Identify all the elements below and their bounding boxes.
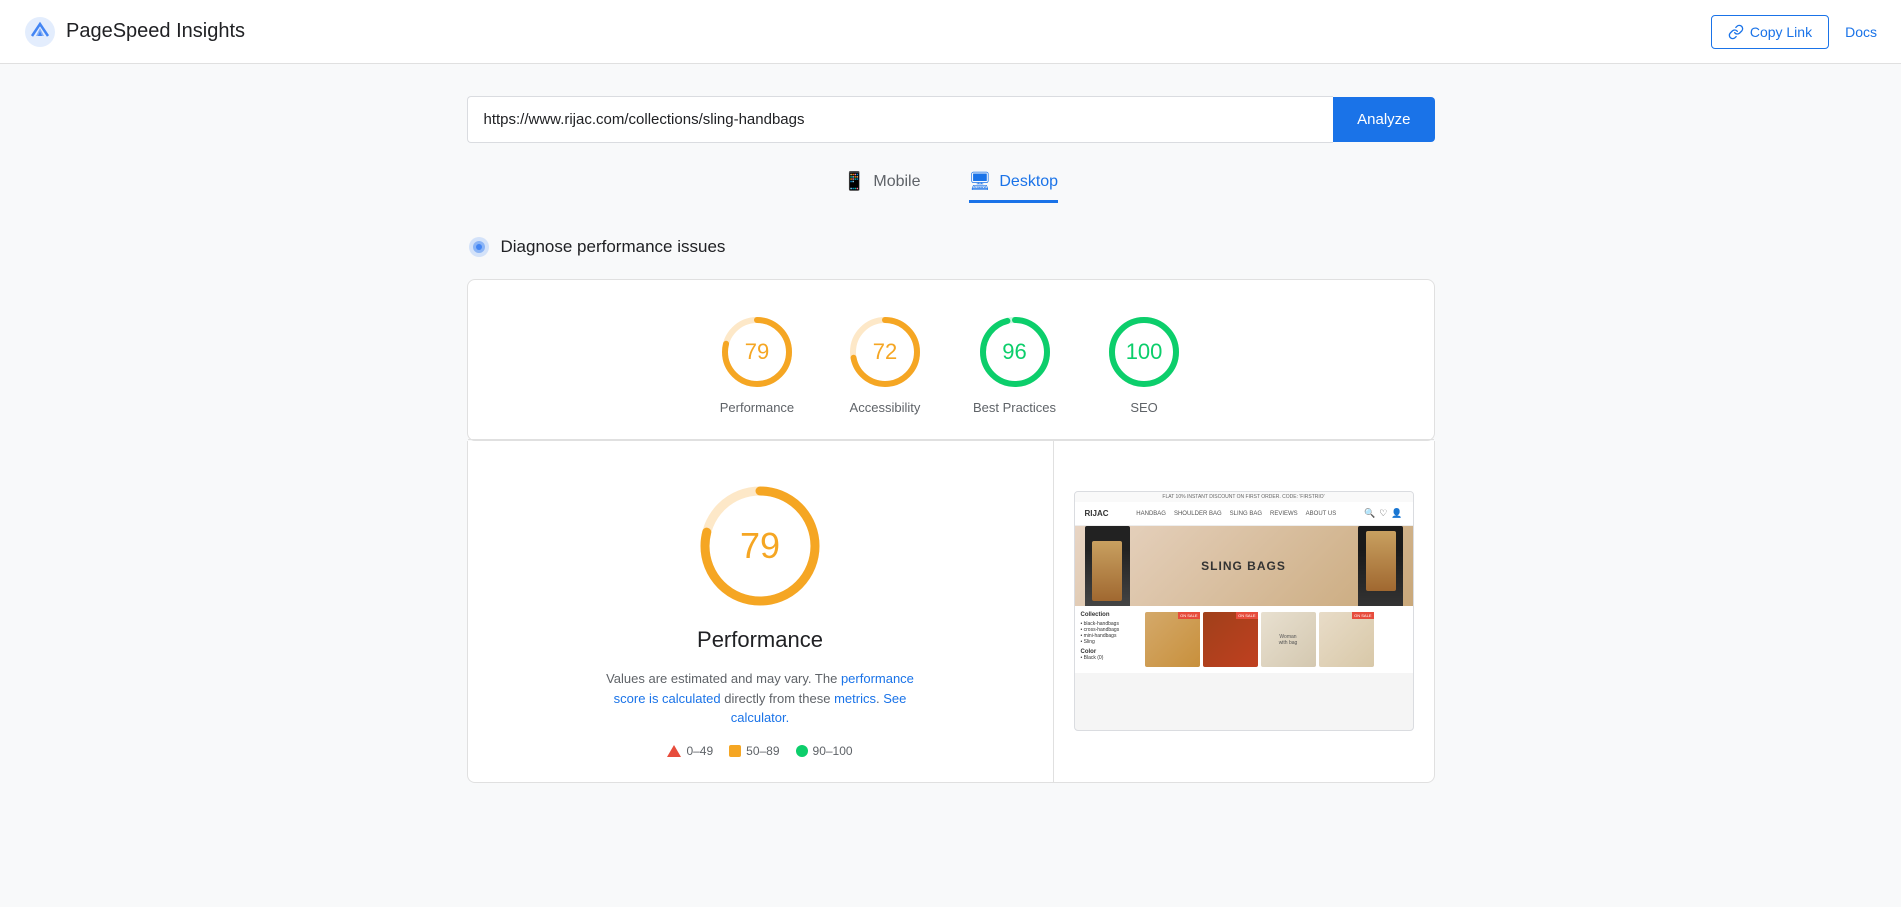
nav-sling: SLING BAG [1230,511,1262,517]
gauge-accessibility: 72 Accessibility [845,312,925,415]
gauge-seo: 100 SEO [1104,312,1184,415]
gauge-performance-value: 79 [745,339,769,365]
site-nav-items: HANDBAG SHOULDER BAG SLING BAG REVIEWS A… [1136,511,1336,517]
legend-pass: 90–100 [796,744,853,758]
desktop-icon: 🖥 [969,171,992,192]
score-gauges: 79 Performance 72 Accessibility [492,312,1410,415]
link-icon [1728,24,1744,40]
gauge-performance-label: Performance [720,400,794,415]
gauge-seo-label: SEO [1130,400,1157,415]
site-products-row: Collection • black-handbags • cross-hand… [1075,606,1413,673]
big-gauge: 79 [695,481,825,611]
diagnose-icon [467,235,491,259]
legend-average-label: 50–89 [746,744,779,758]
performance-note: Values are estimated and may vary. The p… [600,669,920,728]
app-title: PageSpeed Insights [66,20,245,43]
site-banner: SLING BAGS [1075,526,1413,606]
url-bar: Analyze [467,96,1435,143]
gauge-best-practices-value: 96 [1002,339,1026,365]
gauge-accessibility-circle: 72 [845,312,925,392]
app-header: PageSpeed Insights Copy Link Docs [0,0,1901,64]
gauge-performance-circle: 79 [717,312,797,392]
nav-handbag: HANDBAG [1136,511,1166,517]
detail-section: 79 Performance Values are estimated and … [467,441,1435,783]
product-3-label: Womanwith bag [1279,634,1298,646]
logo-container: PageSpeed Insights [24,16,245,48]
product-grid: ON SALE ON SALE Womanwith bag ON SALE [1145,612,1407,667]
site-screenshot: FLAT 10% INSTANT DISCOUNT ON FIRST ORDER… [1074,491,1414,731]
product-2: ON SALE [1203,612,1258,667]
mobile-icon: 📱 [843,171,865,192]
gauge-performance: 79 Performance [717,312,797,415]
legend-average-icon [729,745,741,757]
product-1: ON SALE [1145,612,1200,667]
screenshot-inner: FLAT 10% INSTANT DISCOUNT ON FIRST ORDER… [1075,492,1413,730]
banner-img-left [1085,526,1130,606]
site-promo-text: FLAT 10% INSTANT DISCOUNT ON FIRST ORDER… [1162,494,1324,500]
main-content: Analyze 📱 Mobile 🖥 Desktop Diagnose perf… [451,64,1451,815]
site-nav-icons: 🔍♡👤 [1364,508,1403,519]
legend-pass-label: 90–100 [813,744,853,758]
gauge-best-practices-label: Best Practices [973,400,1056,415]
product-3: Womanwith bag [1261,612,1316,667]
section-title: Diagnose performance issues [501,237,726,257]
collection-item-4: • Sling [1081,639,1141,645]
site-collection-sidebar: Collection • black-handbags • cross-hand… [1081,612,1141,667]
gauge-best-practices-circle: 96 [975,312,1055,392]
legend-fail: 0–49 [667,744,713,758]
performance-section-title: Performance [697,627,823,653]
score-legend: 0–49 50–89 90–100 [667,744,852,758]
legend-average: 50–89 [729,744,779,758]
analyze-button[interactable]: Analyze [1333,97,1434,142]
url-input[interactable] [467,96,1334,143]
big-gauge-value: 79 [740,525,780,567]
gauge-seo-value: 100 [1126,339,1163,365]
copy-link-button[interactable]: Copy Link [1711,15,1829,49]
score-card: 79 Performance 72 Accessibility [467,279,1435,441]
product-1-badge: ON SALE [1178,612,1199,619]
site-promo-bar: FLAT 10% INSTANT DISCOUNT ON FIRST ORDER… [1075,492,1413,502]
banner-text: SLING BAGS [1201,559,1286,573]
tab-mobile[interactable]: 📱 Mobile [843,171,921,203]
nav-about: ABOUT US [1306,511,1337,517]
legend-fail-label: 0–49 [686,744,713,758]
site-logo: RIJAC [1085,509,1109,518]
docs-link[interactable]: Docs [1845,24,1877,40]
legend-pass-icon [796,745,808,757]
tab-mobile-label: Mobile [873,173,920,191]
gauge-accessibility-value: 72 [873,339,897,365]
gauge-seo-circle: 100 [1104,312,1184,392]
banner-img-right [1358,526,1403,606]
legend-fail-icon [667,745,681,757]
color-black: • Black (0) [1081,655,1141,661]
device-tabs: 📱 Mobile 🖥 Desktop [467,171,1435,203]
site-nav-bar: RIJAC HANDBAG SHOULDER BAG SLING BAG REV… [1075,502,1413,526]
preview-section: FLAT 10% INSTANT DISCOUNT ON FIRST ORDER… [1054,441,1434,782]
nav-reviews: REVIEWS [1270,511,1298,517]
tab-desktop-label: Desktop [999,173,1058,191]
gauge-best-practices: 96 Best Practices [973,312,1056,415]
tab-desktop[interactable]: 🖥 Desktop [969,171,1059,203]
collection-label: Collection [1081,612,1141,618]
performance-detail: 79 Performance Values are estimated and … [468,441,1054,782]
card-divider [468,439,1434,440]
metrics-link[interactable]: metrics [834,691,876,706]
pagespeed-logo [24,16,56,48]
nav-shoulder: SHOULDER BAG [1174,511,1222,517]
section-header: Diagnose performance issues [467,235,1435,259]
product-2-badge: ON SALE [1236,612,1257,619]
header-actions: Copy Link Docs [1711,15,1877,49]
product-4: ON SALE [1319,612,1374,667]
gauge-accessibility-label: Accessibility [850,400,921,415]
product-4-badge: ON SALE [1352,612,1373,619]
